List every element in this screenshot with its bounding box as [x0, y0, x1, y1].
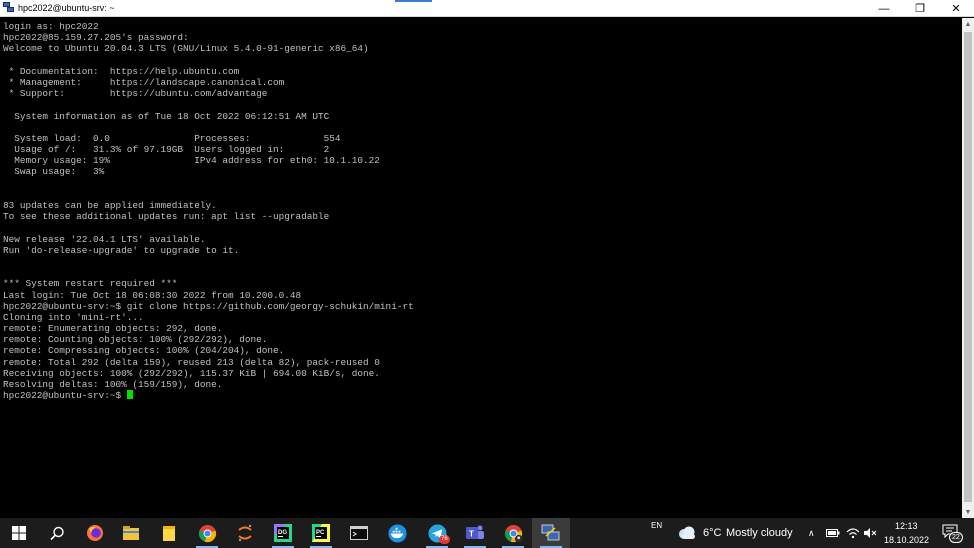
terminal-line: hpc2022@85.159.27.205's password: — [3, 32, 189, 44]
terminal-line: remote: Total 292 (delta 159), reused 21… — [3, 356, 380, 368]
search-icon — [49, 526, 64, 540]
scrollbar-thumb[interactable] — [964, 32, 972, 502]
putty-icon — [541, 524, 560, 541]
minimize-button[interactable]: — — [866, 0, 902, 17]
scroll-down-arrow-icon[interactable]: ▼ — [962, 506, 974, 518]
terminal-line: Run 'do-release-upgrade' to upgrade to i… — [3, 244, 240, 256]
battery-icon[interactable] — [826, 529, 840, 537]
terminal-line: System information as of Tue 18 Oct 2022… — [3, 110, 330, 122]
window-title-bar[interactable]: hpc2022@ubuntu-srv: ~ — ❐ ✕ — [0, 0, 974, 17]
terminal-line: * Documentation: https://help.ubuntu.com — [3, 65, 240, 77]
terminal-line: * Management: https://landscape.canonica… — [3, 76, 285, 88]
clock-date[interactable]: 18.10.2022 — [884, 535, 929, 545]
terminal-line: login as: hpc2022 — [3, 21, 99, 32]
taskbar-chrome-profile[interactable] — [494, 518, 532, 548]
terminal-line: Memory usage: 19% IPv4 address for eth0:… — [3, 155, 380, 167]
terminal-line: System load: 0.0 Processes: 554 — [3, 132, 341, 144]
terminal-line: remote: Enumerating objects: 292, done. — [3, 323, 223, 335]
terminal-icon — [350, 526, 368, 540]
wifi-icon[interactable] — [846, 527, 860, 539]
input-language[interactable]: EN — [651, 521, 662, 530]
taskbar-terminal[interactable] — [340, 518, 378, 548]
taskbar-pycharm[interactable]: PC — [302, 518, 340, 548]
terminal-line: remote: Counting objects: 100% (292/292)… — [3, 334, 268, 346]
sticky-notes-icon — [163, 525, 175, 541]
prompt-line: hpc2022@ubuntu-srv:~$ — [3, 390, 962, 401]
jupyter-icon — [238, 524, 252, 542]
close-button[interactable]: ✕ — [938, 0, 974, 17]
firefox-icon — [87, 525, 103, 541]
terminal-line: Last login: Tue Oct 18 06:08:30 2022 fro… — [3, 289, 302, 301]
start-button[interactable] — [0, 518, 38, 548]
terminal-line: To see these additional updates run: apt… — [3, 211, 330, 223]
docker-icon — [387, 523, 407, 543]
taskbar-chrome[interactable] — [188, 518, 226, 548]
terminal-scrollbar[interactable]: ▲ ▼ — [962, 18, 974, 518]
focus-indicator — [395, 0, 432, 2]
taskbar-docker[interactable] — [378, 518, 416, 548]
chevron-up-icon[interactable]: ∧ — [808, 528, 815, 539]
pycharm-icon: PC — [312, 524, 330, 542]
terminal-line: Cloning into 'mini-rt'... — [3, 311, 144, 323]
prompt-text: hpc2022@ubuntu-srv:~$ — [3, 390, 127, 402]
taskbar-putty[interactable] — [532, 518, 570, 548]
chrome-icon — [198, 524, 216, 542]
notification-count-badge: 22 — [949, 532, 963, 543]
window-title: hpc2022@ubuntu-srv: ~ — [18, 3, 115, 13]
datagrip-icon: DG — [274, 524, 292, 542]
taskbar-telegram[interactable]: 76 — [418, 518, 456, 548]
weather-temp: 6°C — [703, 527, 722, 539]
notification-center-button[interactable]: 22 — [938, 523, 964, 545]
chrome-profile-icon — [504, 524, 523, 543]
terminal-line: Resolving deltas: 100% (159/159), done. — [3, 379, 223, 390]
terminal-line: hpc2022@ubuntu-srv:~$ git clone https://… — [3, 300, 414, 312]
telegram-badge: 76 — [439, 535, 450, 544]
text-cursor — [126, 390, 133, 400]
terminal-line: *** System restart required *** — [3, 278, 178, 290]
terminal-line: Usage of /: 31.3% of 97.19GB Users logge… — [3, 144, 330, 156]
terminal-line: remote: Compressing objects: 100% (204/2… — [3, 345, 285, 357]
svg-text:T: T — [469, 530, 474, 539]
taskbar-datagrip[interactable]: DG — [264, 518, 302, 548]
windows-start-icon — [12, 526, 26, 540]
file-explorer-icon — [123, 526, 139, 540]
taskbar-teams[interactable]: T — [456, 518, 494, 548]
cloud-icon — [679, 526, 695, 539]
putty-icon[interactable] — [3, 2, 15, 14]
terminal-line: New release '22.04.1 LTS' available. — [3, 233, 206, 245]
svg-text:DG: DG — [278, 530, 287, 536]
taskbar-firefox[interactable] — [76, 518, 114, 548]
restore-button[interactable]: ❐ — [902, 0, 938, 17]
terminal-line: * Support: https://ubuntu.com/advantage — [3, 88, 268, 100]
scroll-up-arrow-icon[interactable]: ▲ — [962, 18, 974, 30]
volume-muted-icon[interactable] — [863, 527, 877, 539]
taskbar: DG PC 76 T EN 6°C Mostly cloudy ∧ 12:13 … — [0, 518, 974, 548]
teams-icon: T — [466, 525, 484, 539]
terminal-line: Receiving objects: 100% (292/292), 115.3… — [3, 367, 380, 379]
taskbar-jupyter[interactable] — [226, 518, 264, 548]
terminal-line: Welcome to Ubuntu 20.04.3 LTS (GNU/Linux… — [3, 43, 369, 55]
taskbar-file-explorer[interactable] — [112, 518, 150, 548]
svg-text:PC: PC — [316, 530, 325, 536]
weather-condition: Mostly cloudy — [726, 527, 793, 539]
clock-time[interactable]: 12:13 — [895, 521, 918, 531]
terminal-output[interactable]: login as: hpc2022 hpc2022@85.159.27.205's… — [0, 18, 962, 518]
taskbar-sticky-notes[interactable] — [150, 518, 188, 548]
terminal-line: 83 updates can be applied immediately. — [3, 200, 217, 211]
search-button[interactable] — [38, 518, 76, 548]
terminal-line: Swap usage: 3% — [3, 166, 105, 178]
